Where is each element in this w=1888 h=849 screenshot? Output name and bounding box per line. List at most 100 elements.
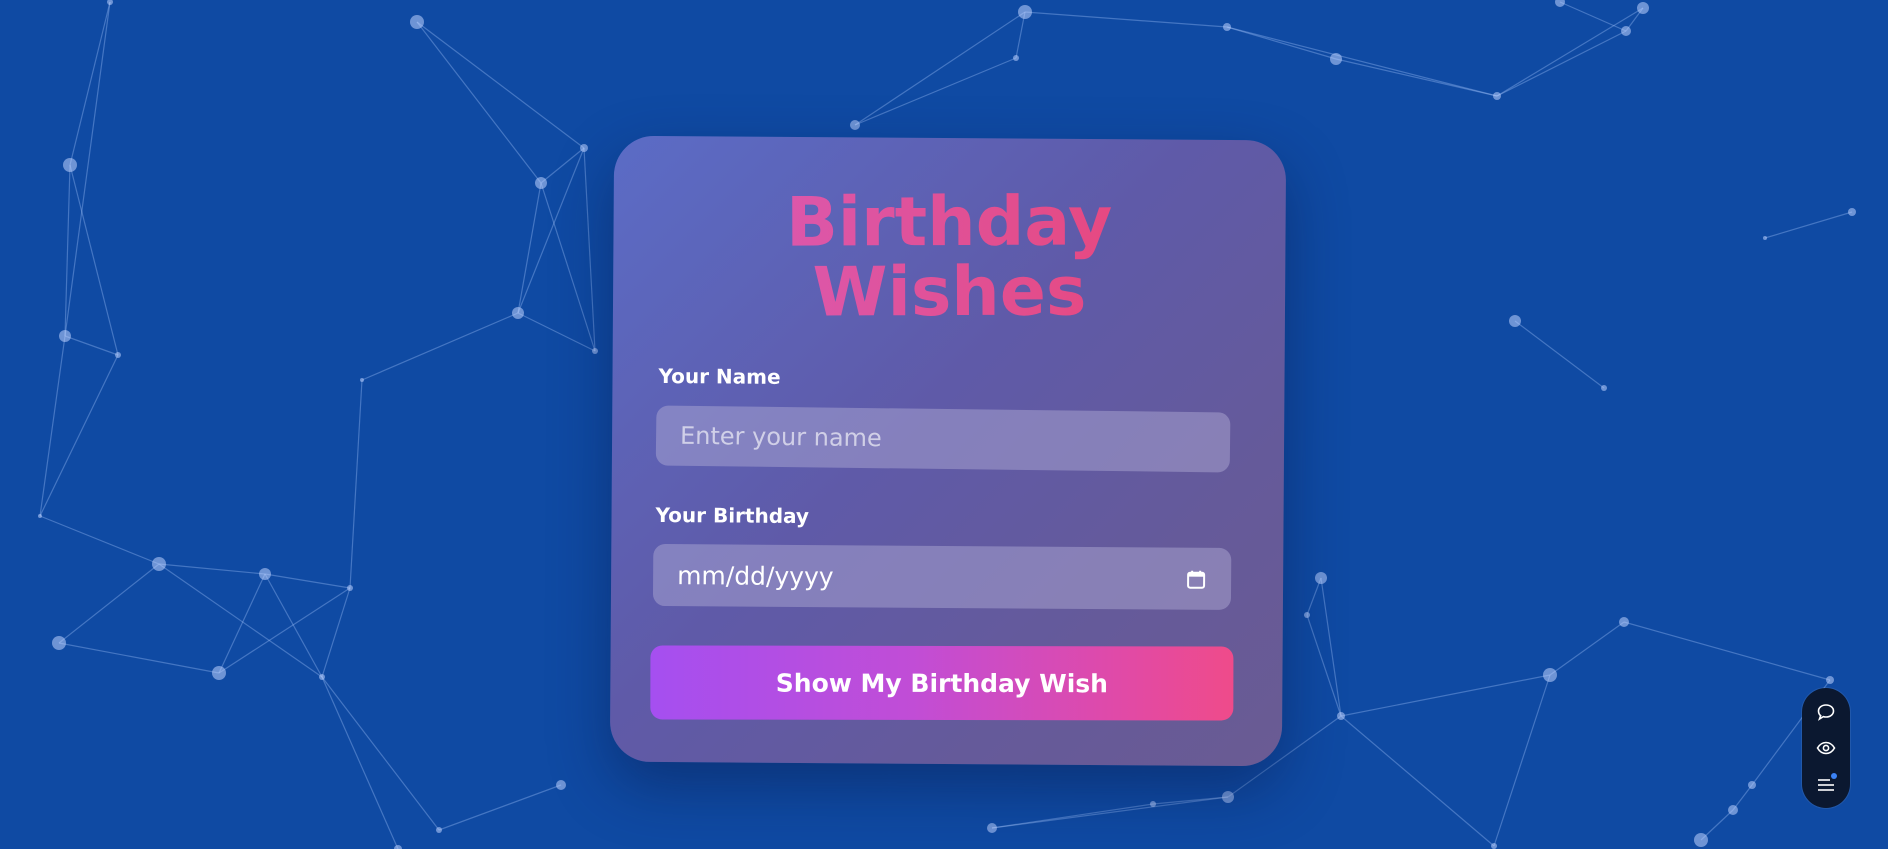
network-link [1496,7,1644,97]
network-link [1335,58,1498,97]
network-link [64,164,71,337]
birthday-placeholder: mm/dd/yyyy [677,560,834,591]
network-link [264,573,351,589]
network-link [1549,621,1625,676]
network-link [517,182,542,314]
network-node [580,144,588,152]
network-link [1496,30,1627,97]
network-node [1619,617,1629,627]
network-link [416,21,585,149]
calendar-icon[interactable] [1185,568,1207,590]
network-node [987,823,997,833]
network-node [1601,385,1607,391]
network-link [854,57,1017,126]
network-link [1514,320,1605,389]
network-node [1223,23,1231,31]
network-link [416,21,542,184]
network-link [69,164,119,356]
name-input[interactable] [655,405,1231,473]
network-link [361,312,519,381]
menu-button[interactable] [1815,773,1837,795]
network-node [1763,236,1767,240]
network-link [349,379,363,589]
birthday-form-card: Birthday Wishes Your Name Your Birthday … [609,135,1287,767]
network-node [1222,791,1234,803]
network-link [39,515,160,565]
chat-button[interactable] [1815,701,1837,723]
network-node [1304,612,1310,618]
network-node [436,827,442,833]
network-link [58,563,160,644]
floating-toolbar [1802,688,1850,808]
network-node [1491,843,1497,849]
network-node [535,177,547,189]
network-link [517,147,585,314]
network-node [52,636,66,650]
network-link [1493,674,1551,847]
network-link [1320,577,1342,717]
network-node [394,845,402,849]
network-link [1623,621,1831,681]
network-link [1226,26,1498,97]
network-node [850,120,860,130]
network-node [212,666,226,680]
network-node [592,348,598,354]
network-link [1306,614,1342,717]
network-node [1013,55,1019,61]
network-node [1848,208,1856,216]
view-button[interactable] [1815,737,1837,759]
network-link [264,573,323,678]
network-node [259,568,271,580]
network-node [1150,801,1156,807]
network-link [158,563,266,575]
network-node [1315,572,1327,584]
network-link [1559,1,1627,32]
show-wish-button[interactable]: Show My Birthday Wish [650,645,1234,721]
network-link [158,563,323,678]
network-node [1728,805,1738,815]
chat-icon [1817,704,1835,721]
network-link [69,1,111,166]
network-node [360,378,364,382]
network-node [512,307,524,319]
notification-dot [1831,773,1837,779]
eye-icon [1816,741,1836,755]
network-link [1340,674,1551,717]
network-node [319,674,325,680]
title-line-1: Birthday [785,182,1113,263]
page-title: Birthday Wishes [613,187,1285,329]
network-node [1555,0,1565,7]
network-node [59,330,71,342]
network-node [1637,2,1649,14]
network-node [152,557,166,571]
network-node [1330,53,1342,65]
network-link [438,784,562,831]
network-link [1764,211,1853,239]
title-line-2: Wishes [812,252,1087,333]
network-node [38,514,42,518]
network-link [1340,715,1495,847]
network-link [1015,11,1026,59]
network-node [410,15,424,29]
network-node [115,352,121,358]
network-link [854,11,1026,126]
name-label: Your Name [658,363,781,389]
network-link [517,312,596,352]
network-link [58,642,220,674]
network-link [321,676,399,849]
network-node [1509,315,1521,327]
network-node [63,158,77,172]
network-node [1694,833,1708,847]
birthday-label: Your Birthday [655,502,810,529]
network-node [107,0,113,5]
birthday-input[interactable]: mm/dd/yyyy [652,543,1232,610]
network-link [321,676,440,831]
network-node [1826,676,1834,684]
network-link [1226,26,1337,60]
network-node [1543,668,1557,682]
network-node [1337,712,1345,720]
network-node [1748,781,1756,789]
network-link [991,796,1229,829]
network-link [64,335,119,356]
network-node [1493,92,1501,100]
